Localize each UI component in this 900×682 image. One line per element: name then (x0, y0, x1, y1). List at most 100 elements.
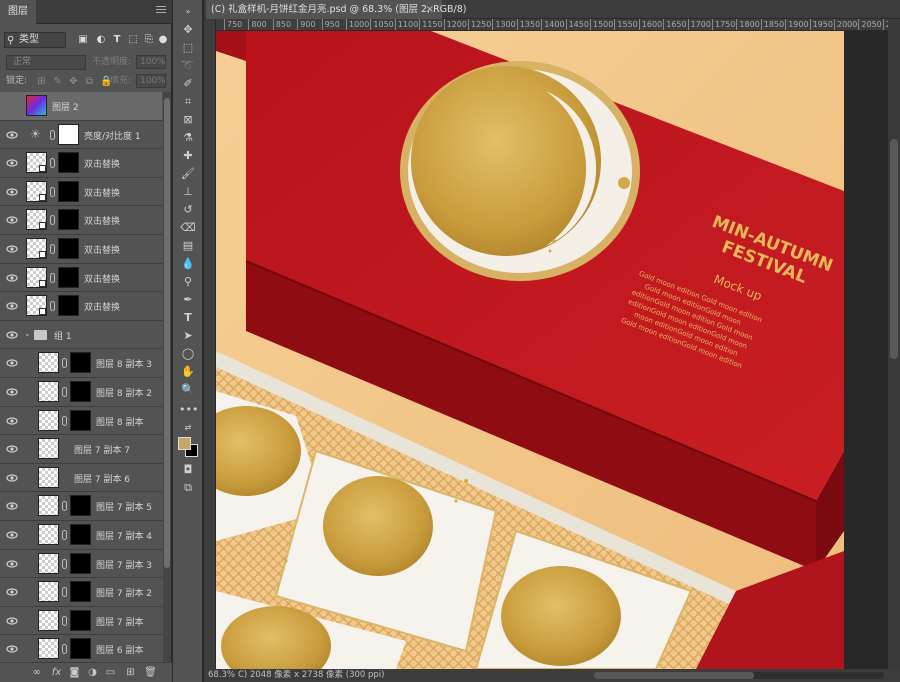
layer-row[interactable]: 图层 7 副本 7 (0, 435, 162, 464)
eye-icon[interactable] (6, 415, 18, 427)
document-canvas[interactable]: MIN-AUTUMN FESTIVAL Mock up Gold moon ed… (216, 31, 844, 669)
brush-tool-icon[interactable]: 🖌 (179, 166, 197, 182)
layer-row[interactable]: 双击替换 (0, 149, 162, 178)
dodge-tool-icon[interactable]: ⚲ (179, 274, 197, 290)
document-tab[interactable]: (C) 礼盒样机-月饼红金月亮.psd @ 68.3% (图层 2, RGB/8… (206, 0, 467, 19)
lasso-tool-icon[interactable]: ➰ (179, 58, 197, 74)
pen-tool-icon[interactable]: ✒ (179, 292, 197, 308)
panel-menu-icon[interactable] (156, 6, 166, 16)
path-select-tool-icon[interactable]: ➤ (179, 328, 197, 344)
layer-row[interactable]: 双击替换 (0, 178, 162, 207)
lock-paint-icon[interactable]: ✎ (52, 76, 63, 87)
frame-tool-icon[interactable]: ⊠ (179, 112, 197, 128)
zoom-tool-icon[interactable]: 🔍 (179, 382, 197, 398)
stamp-tool-icon[interactable]: ⊥ (179, 184, 197, 200)
new-group-icon[interactable]: ▭ (104, 666, 117, 679)
filter-pixel-icon[interactable]: ▣ (76, 33, 90, 47)
layer-row[interactable]: 图层 2 (0, 92, 162, 121)
blur-tool-icon[interactable]: 💧 (179, 256, 197, 272)
layer-row[interactable]: 双击替换 (0, 264, 162, 293)
new-layer-icon[interactable]: ⊞ (124, 666, 137, 679)
scroll-thumb[interactable] (890, 139, 898, 359)
blend-mode-select[interactable]: 正常 (6, 55, 86, 70)
layer-row[interactable]: 图层 8 副本 2 (0, 378, 162, 407)
layer-row[interactable]: 图层 7 副本 3 (0, 550, 162, 579)
eye-icon[interactable] (6, 443, 18, 455)
trash-icon[interactable]: 🗑 (144, 666, 157, 679)
move-tool-icon[interactable]: ✥ (179, 22, 197, 38)
eye-icon[interactable] (6, 100, 18, 112)
ellipse-tool-icon[interactable]: ◯ (179, 346, 197, 362)
layer-row[interactable]: 双击替换 (0, 292, 162, 321)
fill-field[interactable]: 100% (136, 74, 166, 88)
eye-icon[interactable] (6, 129, 18, 141)
hand-tool-icon[interactable]: ✋ (179, 364, 197, 380)
layer-row[interactable]: 图层 7 副本 2 (0, 578, 162, 607)
eye-icon[interactable] (6, 272, 18, 284)
layer-row[interactable]: ⌄ 组 1 (0, 321, 162, 350)
gradient-tool-icon[interactable]: ▤ (179, 238, 197, 254)
swap-colors-icon[interactable]: ⇄ (179, 420, 197, 436)
tab-layers[interactable]: 图层 (0, 0, 36, 24)
eye-icon[interactable] (6, 157, 18, 169)
layer-row[interactable]: 图层 7 副本 4 (0, 521, 162, 550)
filter-shape-icon[interactable]: ⬚ (126, 33, 140, 47)
scroll-thumb[interactable] (594, 672, 754, 679)
layer-row[interactable]: 图层 7 副本 (0, 607, 162, 636)
lock-position-icon[interactable]: ✥ (68, 76, 79, 87)
eye-icon[interactable] (6, 214, 18, 226)
filter-smartobject-icon[interactable]: ⎘ (142, 33, 156, 47)
layer-row[interactable]: 双击替换 (0, 235, 162, 264)
eye-icon[interactable] (6, 300, 18, 312)
layer-row[interactable]: 图层 8 副本 3 (0, 349, 162, 378)
zoom-level[interactable]: 68.3% (208, 669, 235, 682)
eye-icon[interactable] (6, 329, 18, 341)
quick-mask-icon[interactable]: ◘ (179, 462, 197, 478)
close-icon[interactable]: × (426, 0, 434, 19)
eye-icon[interactable] (6, 243, 18, 255)
eye-icon[interactable] (6, 586, 18, 598)
eye-icon[interactable] (6, 529, 18, 541)
lock-transparent-icon[interactable]: ⊞ (36, 76, 47, 87)
layer-row[interactable]: 双击替换 (0, 206, 162, 235)
filter-toggle-icon[interactable]: ● (156, 33, 170, 47)
filter-adjustment-icon[interactable]: ◐ (94, 33, 108, 47)
add-mask-icon[interactable]: ◙ (68, 666, 81, 679)
eye-icon[interactable] (6, 386, 18, 398)
more-tools-icon[interactable]: ••• (179, 402, 198, 418)
layer-row[interactable]: 图层 7 副本 6 (0, 464, 162, 493)
marquee-tool-icon[interactable]: ⬚ (179, 40, 197, 56)
eye-icon[interactable] (6, 186, 18, 198)
layer-row[interactable]: 图层 6 副本 (0, 635, 162, 662)
eraser-tool-icon[interactable]: ⌫ (179, 220, 197, 236)
expand-arrow-icon[interactable]: ⌄ (24, 329, 31, 338)
history-brush-tool-icon[interactable]: ↺ (179, 202, 197, 218)
fx-icon[interactable]: fx (50, 666, 63, 679)
vertical-ruler[interactable] (204, 19, 216, 669)
eyedropper-tool-icon[interactable]: ⚗ (179, 130, 197, 146)
healing-tool-icon[interactable]: ✚ (179, 148, 197, 164)
type-tool-icon[interactable]: T (179, 310, 197, 326)
quick-select-tool-icon[interactable]: ✐ (179, 76, 197, 92)
layer-row[interactable]: ☀ 亮度/对比度 1 (0, 121, 162, 150)
toolbar-collapse-icon[interactable]: » (179, 4, 197, 20)
layers-scrollbar[interactable] (163, 92, 171, 662)
eye-icon[interactable] (6, 643, 18, 655)
opacity-field[interactable]: 100% (136, 55, 166, 69)
eye-icon[interactable] (6, 558, 18, 570)
canvas-horizontal-scrollbar[interactable] (594, 672, 884, 679)
adjustment-layer-icon[interactable]: ◑ (86, 666, 99, 679)
document-info[interactable]: C) 2048 像素 x 2738 像素 (300 ppi) (238, 669, 384, 682)
eye-icon[interactable] (6, 615, 18, 627)
crop-tool-icon[interactable]: ⌗ (179, 94, 197, 110)
link-layers-icon[interactable]: ∞ (30, 666, 43, 679)
layer-row[interactable]: 图层 7 副本 5 (0, 492, 162, 521)
eye-icon[interactable] (6, 500, 18, 512)
eye-icon[interactable] (6, 472, 18, 484)
lock-artboard-icon[interactable]: ⧉ (84, 76, 95, 87)
scroll-thumb[interactable] (164, 98, 170, 568)
foreground-color-swatch[interactable] (178, 437, 191, 450)
canvas-vertical-scrollbar[interactable] (888, 19, 900, 669)
screen-mode-icon[interactable]: ⧉ (179, 480, 197, 496)
eye-icon[interactable] (6, 357, 18, 369)
